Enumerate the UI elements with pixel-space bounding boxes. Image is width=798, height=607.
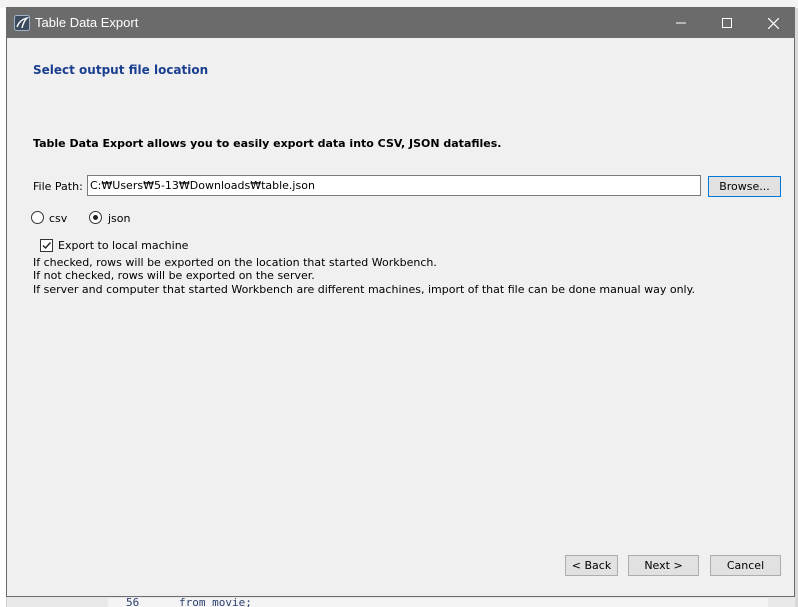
radio-selected-dot: [93, 215, 98, 220]
minimize-button[interactable]: [658, 8, 704, 38]
checkmark-icon: [42, 242, 52, 250]
background-editor: 56 from movie;: [108, 598, 768, 607]
mysql-workbench-icon: [14, 15, 30, 31]
info-line: If server and computer that started Work…: [33, 283, 696, 296]
title-bar[interactable]: Table Data Export: [7, 8, 794, 38]
json-radio[interactable]: [89, 211, 102, 224]
minimize-icon: [676, 22, 686, 24]
info-line: If not checked, rows will be exported on…: [33, 269, 315, 282]
csv-radio[interactable]: [31, 211, 44, 224]
editor-code-line: from movie;: [179, 598, 252, 607]
maximize-icon: [722, 18, 732, 28]
intro-text: Table Data Export allows you to easily e…: [33, 137, 502, 150]
file-path-input[interactable]: C:₩Users₩5-13₩Downloads₩table.json: [87, 175, 701, 196]
browse-button[interactable]: Browse...: [708, 176, 781, 197]
export-local-label[interactable]: Export to local machine: [58, 239, 188, 252]
info-line: If checked, rows will be exported on the…: [33, 256, 437, 269]
window-title: Table Data Export: [35, 15, 139, 30]
back-button[interactable]: < Back: [565, 555, 618, 576]
close-button[interactable]: [750, 8, 796, 38]
csv-radio-label[interactable]: csv: [49, 212, 67, 225]
cancel-button[interactable]: Cancel: [710, 555, 781, 576]
editor-line-number: 56: [126, 598, 140, 607]
json-radio-label[interactable]: json: [108, 212, 131, 225]
maximize-button[interactable]: [704, 8, 750, 38]
export-local-checkbox[interactable]: [40, 239, 53, 252]
file-path-label: File Path:: [33, 180, 83, 193]
next-button[interactable]: Next >: [628, 555, 699, 576]
page-title: Select output file location: [33, 63, 209, 77]
close-icon: [767, 17, 779, 29]
table-data-export-dialog: Table Data Export Select output file loc…: [6, 7, 795, 597]
